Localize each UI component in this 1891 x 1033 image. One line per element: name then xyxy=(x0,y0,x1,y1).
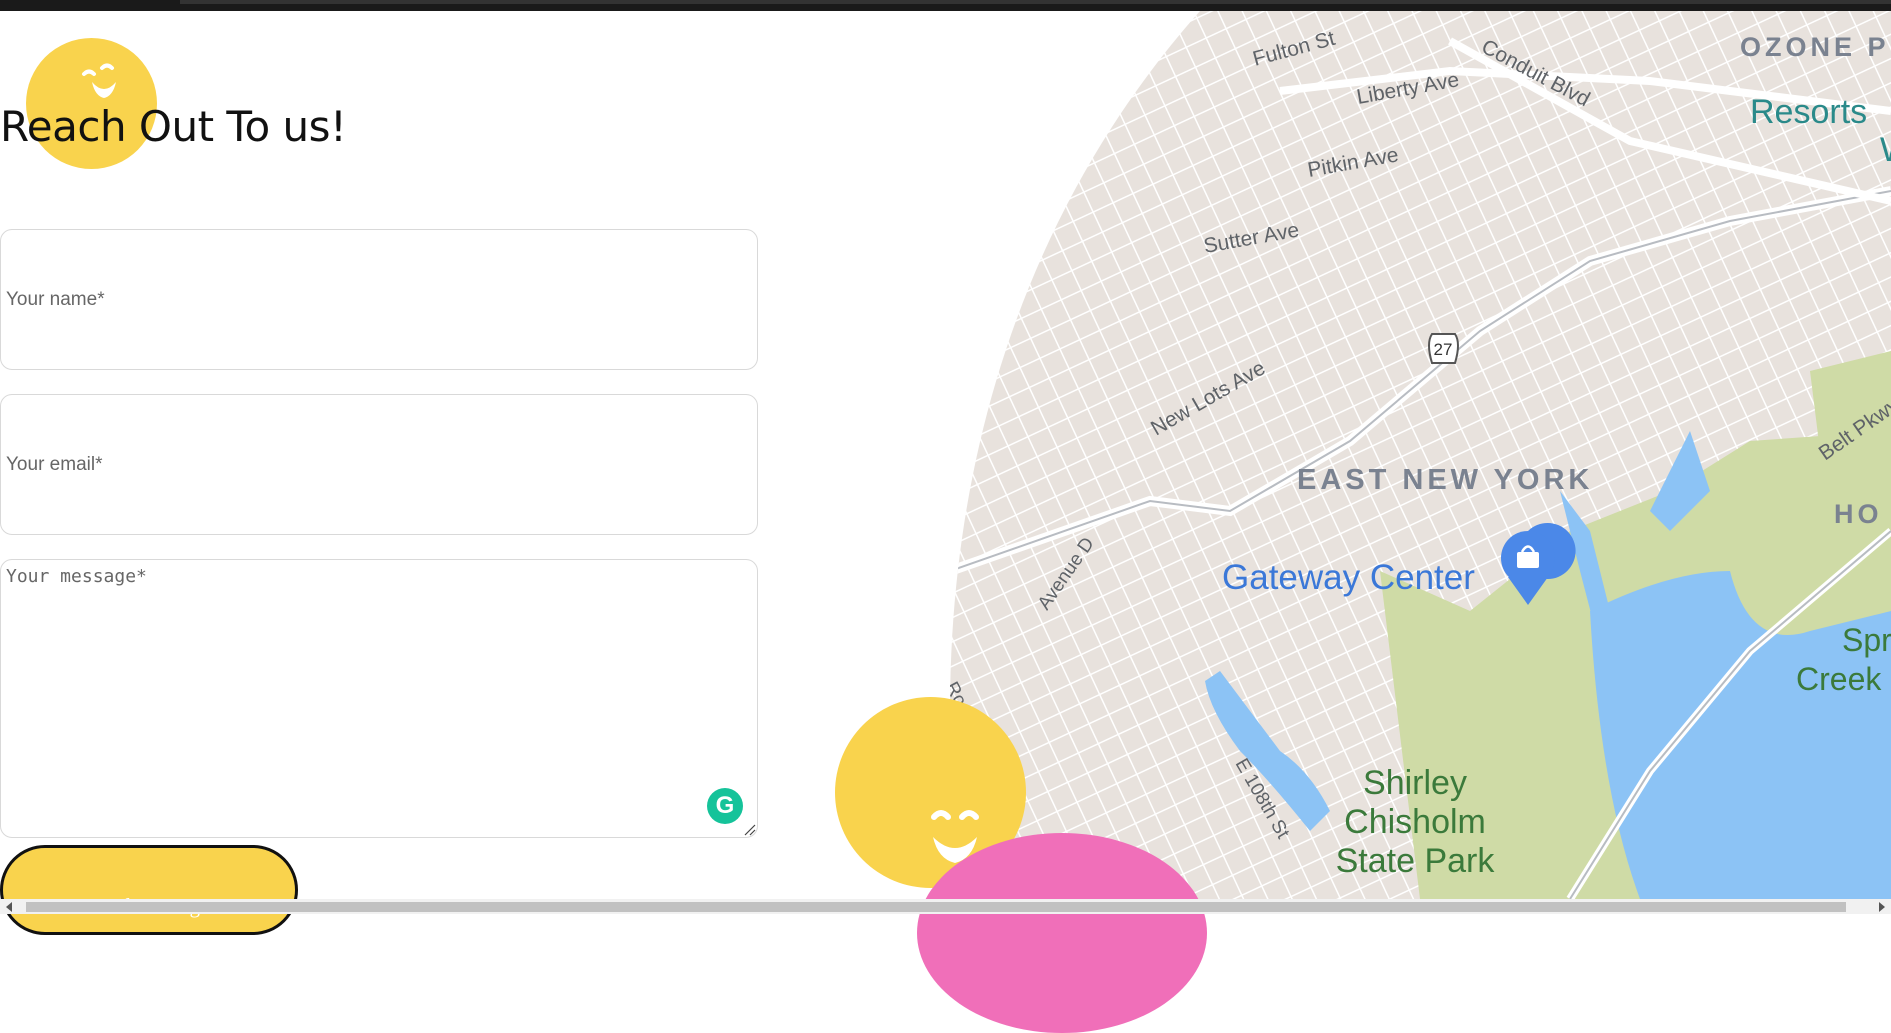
map-label-ho: HO xyxy=(1834,499,1883,529)
map-embed[interactable]: 27 Fulton St Liberty Ave Conduit Blvd OZ… xyxy=(950,11,1891,899)
decorative-pink-circle xyxy=(917,833,1207,1033)
scroll-right-arrow-icon[interactable] xyxy=(1879,902,1885,912)
email-input[interactable] xyxy=(1,395,757,534)
map-label-ozone: OZONE P xyxy=(1740,32,1890,62)
map-label-resorts-w: W xyxy=(1880,131,1891,169)
resize-grip-icon[interactable] xyxy=(742,822,756,836)
map-label-resorts: Resorts xyxy=(1750,93,1867,131)
map-canvas[interactable]: 27 Fulton St Liberty Ave Conduit Blvd OZ… xyxy=(950,11,1891,899)
map-label-spring-2: Creek xyxy=(1796,661,1882,697)
browser-top-bar-accent xyxy=(180,0,1891,4)
name-input[interactable] xyxy=(1,230,757,369)
scroll-left-arrow-icon[interactable] xyxy=(6,902,12,912)
route-shield-label: 27 xyxy=(1434,340,1453,359)
route-shield: 27 xyxy=(1428,333,1459,364)
message-field-wrapper xyxy=(0,559,758,838)
map-label-east-new-york: EAST NEW YORK xyxy=(1297,464,1593,496)
map-label-spring-1: Spr xyxy=(1842,622,1891,658)
map-label-shirley-2: Chisholm xyxy=(1344,803,1486,841)
message-textarea[interactable] xyxy=(1,560,757,837)
map-label-shirley-1: Shirley xyxy=(1363,764,1467,802)
grammarly-icon[interactable]: G xyxy=(707,788,743,824)
map-label-gateway-center: Gateway Center xyxy=(1222,558,1475,597)
page-title: Reach Out To us! xyxy=(0,102,347,151)
email-field-wrapper xyxy=(0,394,758,535)
map-label-shirley-3: State Park xyxy=(1336,842,1496,880)
send-message-button[interactable]: Send Message xyxy=(0,845,298,935)
scrollbar-thumb[interactable] xyxy=(26,902,1846,912)
name-field-wrapper xyxy=(0,229,758,370)
horizontal-scrollbar[interactable] xyxy=(0,899,1891,914)
